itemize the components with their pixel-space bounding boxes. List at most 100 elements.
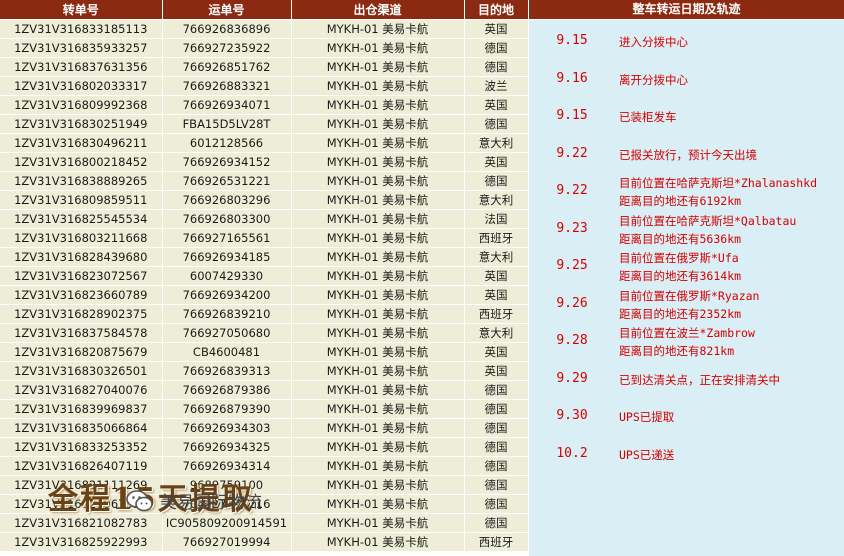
channel-cell: MYKH-01 美易卡航: [291, 114, 465, 134]
waybill-number-cell: 6012128566: [162, 133, 292, 153]
event-date: 9.22: [556, 145, 588, 161]
transfer-number-cell: 1ZV31V316802033317: [0, 76, 163, 96]
transfer-number-cell: 1ZV31V316828439680: [0, 247, 163, 267]
destination-cell: 英国: [464, 152, 529, 172]
channel-cell: MYKH-01 美易卡航: [291, 418, 465, 438]
event-line: 目前位置在哈萨克斯坦*Zhalanashkd: [619, 176, 818, 190]
event-date: 9.28: [556, 333, 588, 348]
tracking-event: 9.23 目前位置在哈萨克斯坦*Qalbatau 距离目的地还有5636km: [529, 212, 844, 248]
header-waybill-number: 运单号: [162, 0, 292, 20]
table-row: 1ZV31V316830496211 6012128566 MYKH-01 美易卡航…: [0, 133, 529, 153]
destination-cell: 西班牙: [464, 304, 529, 324]
transfer-number-cell: 1ZV31V316800218452: [0, 152, 163, 172]
destination-cell: 法国: [464, 209, 529, 229]
channel-cell: MYKH-01 美易卡航: [291, 266, 465, 286]
event-date: 10.2: [556, 445, 588, 461]
tracking-event: 10.2 UPS已递送: [529, 437, 844, 473]
destination-cell: 波兰: [464, 76, 529, 96]
tracking-event: 9.15 进入分拨中心: [529, 24, 844, 60]
table-row: 1ZV31V316809859511 766926803296 MYKH-01 美易…: [0, 190, 529, 210]
table-row: 1ZV31V316833253352 766926934325 MYKH-01 美易…: [0, 437, 529, 457]
transfer-number-cell: 1ZV31V316820875679: [0, 342, 163, 362]
tracking-event: 9.15 已装柜发车: [529, 99, 844, 135]
event-date: 9.30: [556, 408, 588, 423]
transfer-number-cell: 1ZV31V316839969837: [0, 399, 163, 419]
channel-cell: MYKH-01 美易卡航: [291, 342, 465, 362]
destination-cell: 德国: [464, 437, 529, 457]
transfer-number-cell: 1ZV31V316837631356: [0, 57, 163, 77]
channel-cell: MYKH-01 美易卡航: [291, 285, 465, 305]
channel-cell: MYKH-01 美易卡航: [291, 399, 465, 419]
waybill-number-cell: 766926839210: [162, 304, 292, 324]
transfer-number-cell: 1ZV31V316828902375: [0, 304, 163, 324]
table-row: 1ZV31V316828902375 766926839210 MYKH-01 美易…: [0, 304, 529, 324]
event-line: 目前位置在俄罗斯*Ufa: [619, 251, 739, 265]
wechat-icon: [126, 489, 153, 511]
channel-cell: MYKH-01 美易卡航: [291, 76, 465, 96]
event-description: 目前位置在哈萨克斯坦*Qalbatau 距离目的地还有5636km: [619, 212, 841, 248]
table-row: 1ZV31V316837631356 766926851762 MYKH-01 美易…: [0, 57, 529, 77]
table-row: 1ZV31V316838889265 766926531221 MYKH-01 美易…: [0, 171, 529, 191]
channel-cell: MYKH-01 美易卡航: [291, 19, 465, 39]
transfer-number-cell: 1ZV31V316833253352: [0, 437, 163, 457]
transfer-number-cell: 1ZV31V316823072567: [0, 266, 163, 286]
event-line: 距离目的地还有3614km: [619, 269, 742, 283]
destination-cell: 德国: [464, 380, 529, 400]
table-row: 1ZV31V316837584578 766927050680 MYKH-01 美易…: [0, 323, 529, 343]
transfer-number-cell: 1ZV31V316835933257: [0, 38, 163, 58]
channel-cell: MYKH-01 美易卡航: [291, 513, 465, 533]
destination-cell: 德国: [464, 418, 529, 438]
event-date: 9.16: [556, 70, 588, 86]
destination-cell: 英国: [464, 361, 529, 381]
header-channel: 出仓渠道: [291, 0, 465, 20]
header-destination: 目的地: [464, 0, 529, 20]
channel-cell: MYKH-01 美易卡航: [291, 456, 465, 476]
table-row: 1ZV31V316835066864 766926934303 MYKH-01 美易…: [0, 418, 529, 438]
event-line: 距离目的地还有5636km: [619, 231, 742, 246]
event-date: 9.22: [556, 183, 588, 198]
table-row: 1ZV31V316823072567 6007429330 MYKH-01 美易卡航…: [0, 266, 529, 286]
tracking-event: 9.22 目前位置在哈萨克斯坦*Zhalanashkd 距离目的地还有6192km: [529, 174, 844, 210]
destination-cell: 德国: [464, 114, 529, 134]
tracking-event: 9.26 目前位置在俄罗斯*Ryazan 距离目的地还有2352km: [529, 287, 844, 323]
event-line: 目前位置在哈萨克斯坦*Qalbatau: [619, 213, 797, 228]
channel-cell: MYKH-01 美易卡航: [291, 95, 465, 115]
event-line: 进入分拨中心: [619, 35, 688, 49]
event-description: UPS已递送: [619, 446, 841, 464]
spreadsheet: 转单号 运单号 出仓渠道 目的地 1ZV31V316833185113 76692…: [0, 0, 844, 556]
transfer-number-cell: 1ZV31V316837584578: [0, 323, 163, 343]
transfer-number-cell: 1ZV31V316833185113: [0, 19, 163, 39]
destination-cell: 德国: [464, 399, 529, 419]
destination-cell: 德国: [464, 475, 529, 495]
event-description: 离开分拨中心: [619, 71, 841, 89]
waybill-number-cell: 766926934303: [162, 418, 292, 438]
table-row: 1ZV31V316835933257 766927235922 MYKH-01 美易…: [0, 38, 529, 58]
table-row: 1ZV31V316828439680 766926934185 MYKH-01 美易…: [0, 247, 529, 267]
table-header: 转单号 运单号 出仓渠道 目的地: [0, 0, 529, 20]
event-description: 目前位置在波兰*Zambrow 距离目的地还有821km: [619, 324, 841, 360]
channel-cell: MYKH-01 美易卡航: [291, 228, 465, 248]
table-row: 1ZV31V316827040076 766926879386 MYKH-01 美易…: [0, 380, 529, 400]
tracking-event: 9.29 已到达清关点，正在安排清关中: [529, 362, 844, 398]
destination-cell: 英国: [464, 285, 529, 305]
destination-cell: 英国: [464, 19, 529, 39]
destination-cell: 德国: [464, 57, 529, 77]
waybill-number-cell: 766926934185: [162, 247, 292, 267]
waybill-number-cell: 766927050680: [162, 323, 292, 343]
channel-cell: MYKH-01 美易卡航: [291, 190, 465, 210]
table-row: 1ZV31V316830326501 766926839313 MYKH-01 美易…: [0, 361, 529, 381]
destination-cell: 德国: [464, 494, 529, 514]
tracking-header: 整车转运日期及轨迹: [529, 0, 844, 19]
transfer-number-cell: 1ZV31V316830496211: [0, 133, 163, 153]
waybill-number-cell: 766926934071: [162, 95, 292, 115]
destination-cell: 英国: [464, 95, 529, 115]
waybill-number-cell: 766926879390: [162, 399, 292, 419]
channel-cell: MYKH-01 美易卡航: [291, 133, 465, 153]
tracking-event: 9.16 离开分拨中心: [529, 62, 844, 98]
event-date: 9.26: [556, 295, 588, 311]
waybill-number-cell: 766926803300: [162, 209, 292, 229]
table-row: 1ZV31V316809992368 766926934071 MYKH-01 美易…: [0, 95, 529, 115]
table-row: 1ZV31V316825922993 766927019994 MYKH-01 美易…: [0, 532, 529, 552]
transfer-number-cell: 1ZV31V316825922993: [0, 532, 163, 552]
event-date: 9.29: [556, 370, 588, 386]
